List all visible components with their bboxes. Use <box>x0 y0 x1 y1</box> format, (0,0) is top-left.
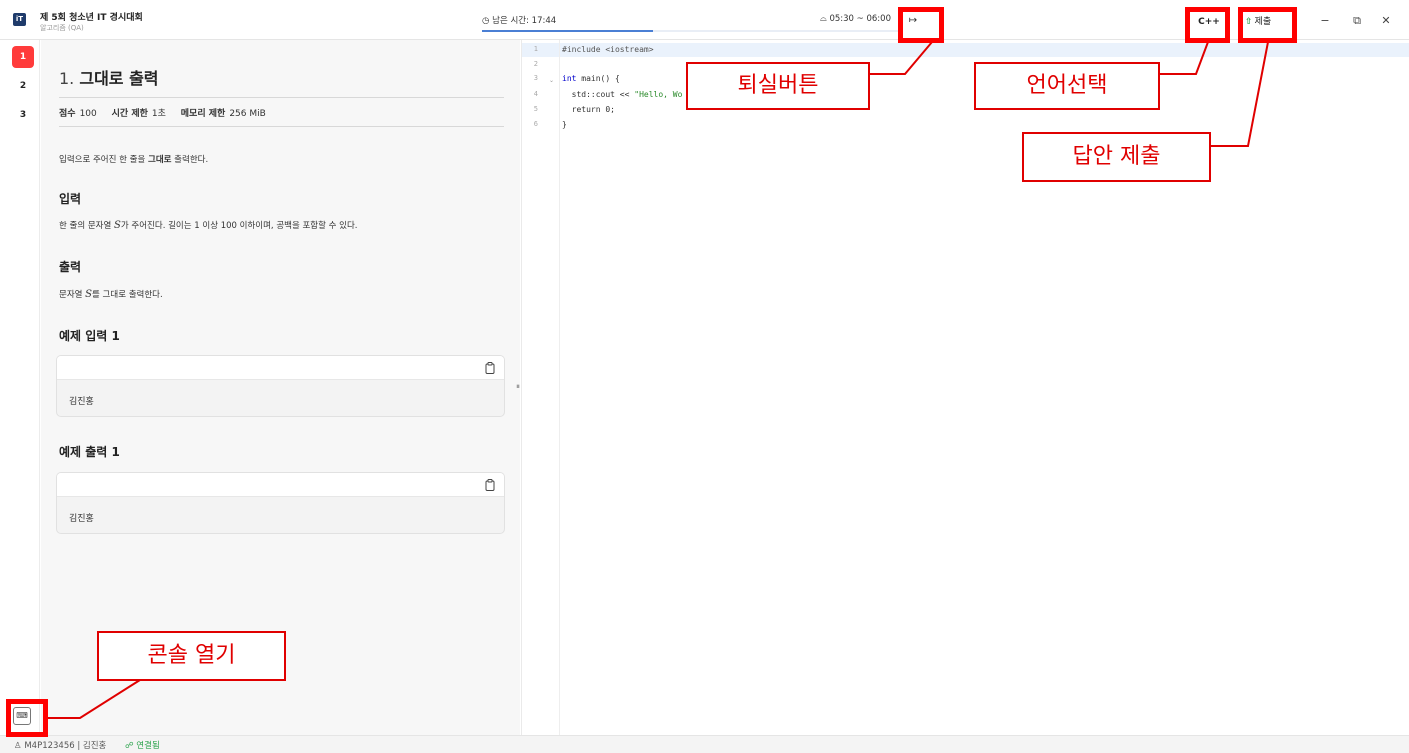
divider <box>59 97 504 98</box>
copy-icon[interactable] <box>485 362 495 374</box>
line-number: 1 <box>533 45 538 53</box>
divider <box>59 126 504 127</box>
problem-tab-1[interactable]: 1 <box>12 46 34 68</box>
sample-input-box: 김진홍 <box>56 355 505 417</box>
problem-meta: 점수 100 시간 제한 1초 메모리 제한 256 MiB <box>59 106 278 119</box>
remaining-time: ◷ 남은 시간: 17:44 <box>482 16 557 26</box>
sample-output-heading: 예제 출력 1 <box>59 445 120 459</box>
input-text: 가 주어진다. 길이는 1 이상 100 이하이며, 공백을 포함할 수 있다. <box>120 221 358 231</box>
console-highlight-frame <box>6 699 48 737</box>
line-number: 2 <box>533 60 538 68</box>
problem-title: 1. 그대로 출력 <box>59 65 159 89</box>
problem-description: 입력으로 주어진 한 줄을 그대로 출력한다. <box>59 153 208 165</box>
connection-status: ☍ 연결됨 <box>125 741 160 751</box>
sample-output-value: 김진홍 <box>69 514 94 524</box>
problem-name: 그대로 출력 <box>79 69 159 88</box>
contest-subtitle: 알고리즘 (QA) <box>40 24 84 32</box>
console-callout: 콘솔 열기 <box>97 631 286 681</box>
description-emphasis: 그대로 <box>148 155 172 165</box>
sample-input-header <box>57 356 504 380</box>
input-variable: S <box>114 220 121 231</box>
line-number: 6 <box>533 120 538 128</box>
sample-output-box: 김진홍 <box>56 472 505 534</box>
output-variable: S <box>85 289 93 300</box>
user-info: ♙ M4P123456 | 김진홍 <box>14 741 107 751</box>
output-description: 문자열 S를 그대로 출력한다. <box>59 288 163 300</box>
time-progress-track <box>482 30 899 32</box>
score-value: 100 <box>79 109 97 119</box>
input-description: 한 줄의 문자열 S가 주어진다. 길이는 1 이상 100 이하이며, 공백을… <box>59 219 358 231</box>
memory-limit-value: 256 MiB <box>229 109 266 119</box>
output-text: 를 그대로 출력한다. <box>92 290 163 300</box>
minimize-button[interactable]: − <box>1317 13 1333 29</box>
code-line: } <box>562 120 567 129</box>
code-line: return 0; <box>562 105 615 114</box>
fold-chevron-icon[interactable]: ⌄ <box>549 77 554 84</box>
sample-output-header <box>57 473 504 497</box>
sample-input-heading: 예제 입력 1 <box>59 329 120 343</box>
line-number: 3 <box>533 74 538 82</box>
string-token: "Hello, Wo <box>634 90 683 99</box>
problem-number: 1. <box>59 69 75 88</box>
preprocessor-token: #include <iostream> <box>562 45 654 54</box>
time-range: ⌓ 05:30 ~ 06:00 <box>820 14 891 24</box>
description-text: 출력한다. <box>171 155 209 165</box>
code-token: main() { <box>576 74 620 83</box>
keyword-token: int <box>562 74 577 83</box>
code-token: } <box>562 120 567 129</box>
score-label: 점수 <box>59 109 76 119</box>
time-limit-value: 1초 <box>151 109 166 119</box>
code-line: std::cout << "Hello, Wo <box>562 90 683 99</box>
editor-gutter: 1 2 3 ⌄ 4 5 6 <box>522 40 560 735</box>
problem-tab-2[interactable]: 2 <box>12 75 34 97</box>
code-line: int main() { <box>562 74 620 83</box>
close-button[interactable]: ✕ <box>1378 13 1394 29</box>
time-limit-label: 시간 제한 <box>111 109 148 119</box>
exit-callout: 퇴실버튼 <box>686 62 870 110</box>
code-line: #include <iostream> <box>562 45 654 54</box>
timer-bar: ◷ 남은 시간: 17:44 ⌓ 05:30 ~ 06:00 <box>482 10 899 32</box>
language-highlight-frame <box>1185 7 1230 43</box>
input-heading: 입력 <box>59 192 82 206</box>
input-text: 한 줄의 문자열 <box>59 221 115 231</box>
active-line-highlight <box>522 43 1409 57</box>
code-token: return 0; <box>562 105 615 114</box>
output-heading: 출력 <box>59 260 82 274</box>
restore-button[interactable]: ⧉ <box>1349 13 1365 29</box>
problem-rail: 1 2 3 ⌨ <box>0 40 40 735</box>
output-text: 문자열 <box>59 290 86 300</box>
submit-callout: 답안 제출 <box>1022 132 1211 182</box>
time-progress-fill <box>482 30 653 32</box>
language-callout: 언어선택 <box>974 62 1160 110</box>
exit-highlight-frame <box>898 7 944 43</box>
sample-input-value: 김진홍 <box>69 397 94 407</box>
problem-tab-3[interactable]: 3 <box>12 104 34 126</box>
submit-highlight-frame <box>1238 7 1297 43</box>
code-editor[interactable]: 1 2 3 ⌄ 4 5 6 #include <iostream> int ma… <box>521 40 1409 735</box>
line-number: 4 <box>533 90 538 98</box>
contest-title: 제 5회 청소년 IT 경시대회 <box>40 13 143 23</box>
app-logo-icon: iT <box>13 13 26 26</box>
status-bar: ♙ M4P123456 | 김진홍 ☍ 연결됨 <box>0 735 1409 753</box>
panel-resize-handle[interactable]: ⏸ <box>516 382 520 392</box>
line-number: 5 <box>533 105 538 113</box>
copy-icon[interactable] <box>485 479 495 491</box>
memory-limit-label: 메모리 제한 <box>180 109 226 119</box>
description-text: 입력으로 주어진 한 줄을 <box>59 155 149 165</box>
code-token: std::cout << <box>562 90 635 99</box>
